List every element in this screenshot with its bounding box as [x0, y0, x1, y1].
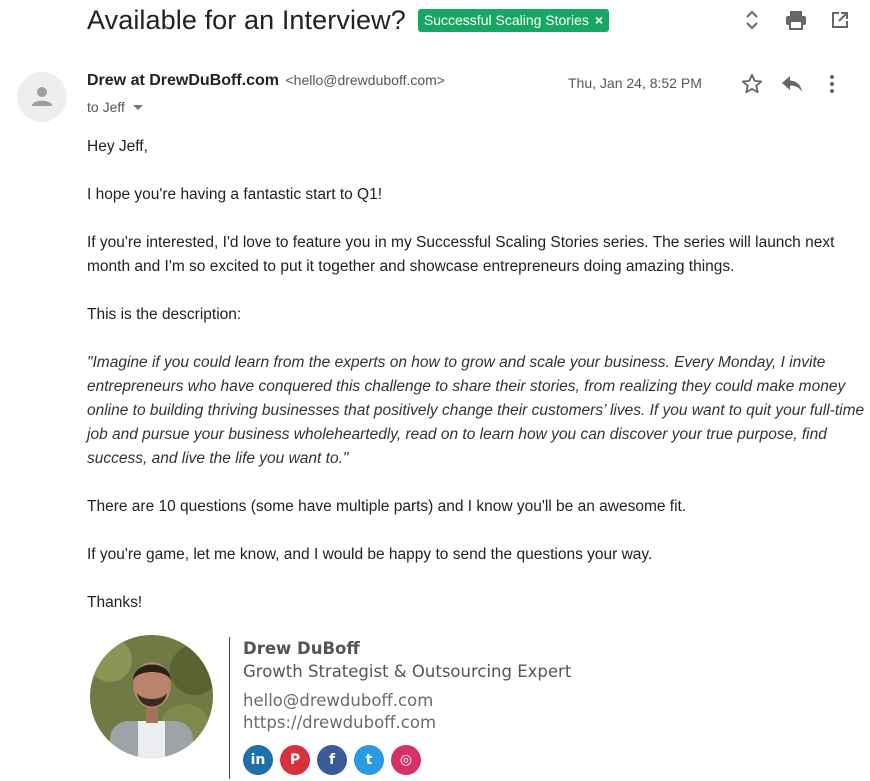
description-quote: "Imagine if you could learn from the exp…	[87, 354, 865, 467]
thread-toolbar	[730, 6, 862, 34]
expand-collapse-icon[interactable]	[730, 6, 774, 34]
greeting: Hey Jeff,	[87, 138, 148, 155]
body-paragraph: If you're game, let me know, and I would…	[87, 546, 653, 563]
signature-website[interactable]: https://drewduboff.com	[243, 712, 571, 734]
signature-divider	[229, 637, 230, 779]
message-body: Hey Jeff, I hope you're having a fantast…	[87, 135, 867, 639]
print-icon[interactable]	[774, 6, 818, 34]
signature-photo	[90, 635, 213, 758]
label-chip[interactable]: Successful Scaling Stories ×	[417, 8, 610, 32]
pinterest-icon[interactable]: P	[280, 745, 310, 775]
message-actions	[732, 68, 852, 100]
star-icon[interactable]	[732, 68, 772, 100]
recipient-text: to Jeff	[87, 99, 125, 115]
body-paragraph: If you're interested, I'd love to featur…	[87, 234, 835, 275]
sender-email: <hello@drewduboff.com>	[285, 72, 445, 88]
instagram-icon[interactable]: ◎	[391, 745, 421, 775]
linkedin-icon[interactable]: in	[243, 745, 273, 775]
signature-email[interactable]: hello@drewduboff.com	[243, 690, 571, 712]
open-in-new-window-icon[interactable]	[818, 6, 862, 34]
signature-name: Drew DuBoff	[243, 639, 360, 658]
sender-name[interactable]: Drew at DrewDuBoff.com	[87, 72, 279, 89]
subject-row: Available for an Interview? Successful S…	[87, 2, 610, 38]
social-links: in P f t ◎	[243, 745, 421, 775]
facebook-icon[interactable]: f	[317, 745, 347, 775]
email-subject: Available for an Interview?	[87, 4, 406, 35]
label-chip-text: Successful Scaling Stories	[423, 11, 589, 28]
recipients-toggle[interactable]: to Jeff	[87, 99, 143, 115]
twitter-icon[interactable]: t	[354, 745, 384, 775]
closing: Thanks!	[87, 594, 143, 611]
more-vert-icon[interactable]	[812, 68, 852, 100]
body-paragraph: I hope you're having a fantastic start t…	[87, 186, 383, 203]
remove-label-button[interactable]: ×	[595, 12, 603, 28]
signature-title: Growth Strategist & Outsourcing Expert	[243, 662, 572, 681]
sender-avatar[interactable]	[17, 72, 67, 122]
chevron-down-icon[interactable]	[132, 104, 143, 110]
body-paragraph: This is the description:	[87, 306, 242, 323]
sender-row: Drew at DrewDuBoff.com <hello@drewduboff…	[87, 72, 445, 90]
message-date: Thu, Jan 24, 8:52 PM	[568, 75, 702, 91]
reply-icon[interactable]	[772, 68, 812, 100]
signature-block: Drew DuBoff Growth Strategist & Outsourc…	[243, 638, 571, 734]
person-icon	[32, 87, 52, 106]
body-paragraph: There are 10 questions (some have multip…	[87, 498, 687, 515]
